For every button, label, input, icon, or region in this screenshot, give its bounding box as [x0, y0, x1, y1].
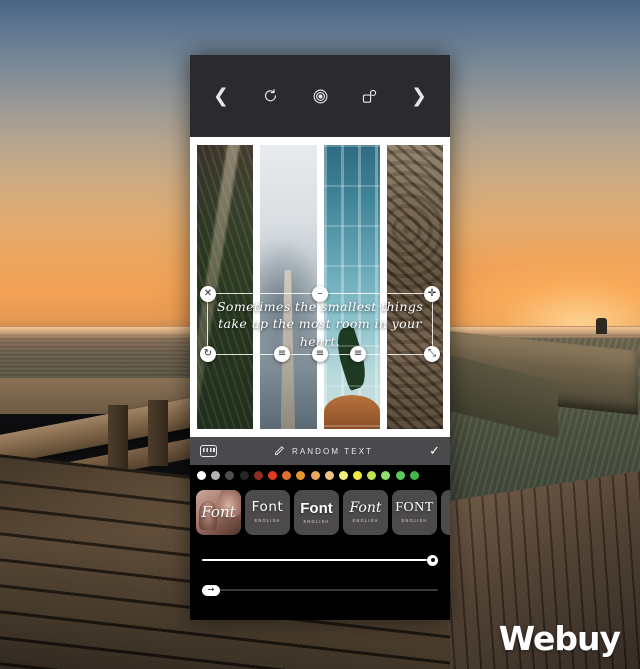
- chevron-left-icon[interactable]: ❮: [206, 81, 236, 111]
- color-swatch-8[interactable]: [310, 470, 320, 480]
- slider-area: [190, 539, 450, 607]
- font-language: ENGLISH: [254, 517, 281, 523]
- target-icon[interactable]: [305, 81, 335, 111]
- color-swatch-3[interactable]: [239, 470, 249, 480]
- breakwater-beacon: [596, 318, 607, 334]
- font-sample: Font: [349, 500, 382, 516]
- random-text-label: RANDOM TEXT: [291, 446, 374, 456]
- align-center-icon[interactable]: [246, 618, 268, 620]
- color-swatch-6[interactable]: [282, 470, 292, 480]
- collage-panel-2[interactable]: [260, 145, 317, 429]
- rotate-handle[interactable]: ↻: [200, 346, 216, 362]
- random-text-button[interactable]: RANDOM TEXT: [273, 445, 373, 457]
- font-language: ENGLISH: [352, 518, 379, 523]
- font-sample: Font: [251, 499, 284, 516]
- rotate-icon[interactable]: [256, 81, 286, 111]
- resize-handle[interactable]: ⤡: [424, 346, 440, 362]
- color-swatch-0[interactable]: [197, 470, 206, 480]
- confirm-button[interactable]: ✓: [429, 443, 440, 459]
- color-swatch-11[interactable]: [353, 470, 363, 480]
- spacing-slider[interactable]: [202, 581, 438, 599]
- slider-knob[interactable]: [202, 584, 220, 596]
- color-swatch-10[interactable]: [338, 470, 348, 480]
- color-swatch-2[interactable]: [225, 470, 235, 480]
- color-swatch-14[interactable]: [395, 470, 405, 480]
- text-action-bar: RANDOM TEXT ✓: [190, 437, 450, 465]
- font-card[interactable]: Font ENGLISH: [245, 489, 290, 535]
- color-swatch-13[interactable]: [381, 470, 391, 480]
- color-swatch-row[interactable]: [190, 465, 450, 485]
- align-justify-icon[interactable]: [330, 618, 352, 620]
- font-sample: FONT: [395, 500, 434, 515]
- delete-handle[interactable]: ✕: [200, 286, 216, 302]
- size-slider[interactable]: [202, 551, 438, 569]
- collage-panel-3[interactable]: [323, 145, 380, 429]
- align-handle-2[interactable]: ≡: [312, 346, 328, 362]
- align-handle-3[interactable]: ≡: [350, 346, 367, 362]
- text-selection-box[interactable]: Sometimes the smallest things take up th…: [200, 286, 440, 362]
- align-left-icon[interactable]: [204, 618, 226, 620]
- keyboard-icon[interactable]: [200, 445, 217, 457]
- shapes-icon[interactable]: [355, 81, 385, 111]
- case-button[interactable]: AA: [414, 618, 436, 620]
- text-tools-row: I AA: [190, 607, 450, 620]
- font-card[interactable]: FONT ENGLISH: [392, 489, 437, 535]
- font-picker-row[interactable]: Font Font ENGLISH Font ENGLISH Font ENGL…: [190, 485, 450, 539]
- color-swatch-15[interactable]: [409, 470, 419, 480]
- font-language: ENGLISH: [401, 518, 428, 523]
- webuy-watermark: Webuy: [498, 619, 621, 658]
- pencil-icon: [275, 446, 284, 455]
- color-swatch-9[interactable]: [324, 470, 334, 480]
- color-swatch-1[interactable]: [211, 470, 221, 480]
- align-handle-1[interactable]: ≡: [273, 346, 290, 362]
- color-swatch-7[interactable]: [296, 470, 306, 480]
- font-card[interactable]: Font: [196, 489, 241, 535]
- font-card[interactable]: Font ENGLISH: [343, 489, 388, 535]
- font-sample: Font: [201, 502, 236, 521]
- slider-knob[interactable]: [427, 554, 438, 566]
- phone-screen: ❮ ❯ Sometimes the smallest things take u…: [190, 55, 450, 620]
- font-language: ENGLISH: [303, 518, 330, 524]
- cushion: [323, 394, 380, 429]
- font-sample: Font: [300, 499, 333, 517]
- pier-post: [148, 400, 168, 466]
- color-swatch-4[interactable]: [253, 470, 263, 480]
- chevron-right-icon[interactable]: ❯: [404, 81, 434, 111]
- minus-handle[interactable]: –: [312, 286, 328, 302]
- editor-toolbar: ❮ ❯: [190, 55, 450, 137]
- add-handle[interactable]: ✛: [424, 286, 440, 302]
- font-card[interactable]: Font ENGLISH: [294, 489, 339, 535]
- italic-button[interactable]: I: [372, 618, 394, 620]
- align-right-icon[interactable]: [288, 618, 310, 620]
- color-swatch-5[interactable]: [267, 470, 277, 480]
- collage-canvas[interactable]: Sometimes the smallest things take up th…: [190, 137, 450, 437]
- slider-fill: [202, 559, 438, 561]
- color-swatch-12[interactable]: [367, 470, 377, 480]
- font-card[interactable]: Fo ENGLISH: [441, 489, 450, 535]
- overlay-text: Sometimes the smallest things take up th…: [216, 299, 424, 349]
- slider-track: [202, 589, 438, 591]
